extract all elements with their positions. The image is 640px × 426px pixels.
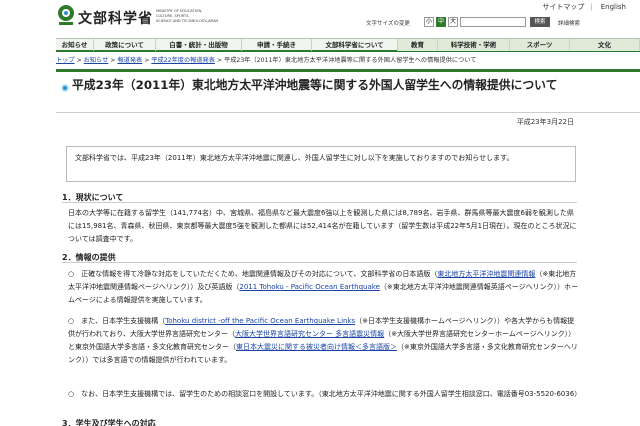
link-jasso-quake[interactable]: Tohoku district -off the Pacific Ocean E…: [165, 317, 355, 325]
mext-emblem-icon: [58, 5, 74, 25]
section-divider: [62, 262, 577, 263]
link-osaka-multilingual[interactable]: 大阪大学世界言語研究センター 多言語震災情報: [235, 330, 384, 338]
breadcrumb-current: 平成23年（2011年）東北地方太平洋沖地震等に関する外国人留学生への情報提供に…: [224, 57, 477, 64]
utility-links: サイトマップ | English: [534, 2, 626, 12]
nav-item-culture[interactable]: 文化: [570, 39, 640, 51]
site-header: 文部科学省 MINISTRY OF EDUCATION, CULTURE, SP…: [0, 0, 640, 38]
breadcrumb-press-h22[interactable]: 平成22年度の報道発表: [151, 57, 215, 64]
link-tufs-multilingual[interactable]: 東日本大震災に関する被災者向け情報＜多言語版＞: [236, 343, 397, 351]
ministry-english-name: MINISTRY OF EDUCATION, CULTURE, SPORTS, …: [156, 9, 219, 23]
search-button[interactable]: 検索: [530, 17, 550, 27]
nav-item-about[interactable]: 文部科学省について: [312, 39, 398, 51]
page-title-box: 平成23年（2011年）東北地方太平洋沖地震等に関する外国人留学生への情報提供に…: [56, 69, 640, 113]
nav-item-policy[interactable]: 政策について: [94, 39, 156, 51]
info-item-mext: ○ 正確な情報を得て冷静な対応をしていただくため、地震関連情報及びその対応につい…: [68, 270, 579, 304]
title-bullet-icon: [61, 84, 69, 92]
nav-item-sports[interactable]: スポーツ: [510, 39, 570, 51]
page-title: 平成23年（2011年）東北地方太平洋沖地震等に関する外国人留学生への情報提供に…: [72, 78, 558, 92]
info-item-jasso: ○ また、日本学生支援機構（Tohoku district -off the P…: [68, 317, 578, 364]
info-item-consultation: ○ なお、日本学生支援機構では、留学生のための相談窓口を開設しています。（東北地…: [68, 390, 582, 398]
text-size-small-button[interactable]: 小: [424, 17, 434, 27]
breadcrumb-news[interactable]: お知らせ: [84, 57, 109, 64]
nav-item-news[interactable]: お知らせ: [56, 39, 94, 51]
section-divider: [62, 202, 577, 203]
section-heading-response: 3．学生及び学生への対応: [62, 419, 156, 426]
nav-item-education[interactable]: 教育: [398, 39, 438, 51]
text-size-large-button[interactable]: 大: [448, 17, 458, 27]
link-quake-info-en[interactable]: 2011 Tohoku - Pacific Ocean Earthquake: [239, 283, 380, 291]
breadcrumb-press[interactable]: 報道発表: [117, 57, 142, 64]
nav-item-publications[interactable]: 白書・統計・出版物: [156, 39, 242, 51]
advanced-search-link[interactable]: 詳細検索: [558, 19, 580, 27]
ministry-name: 文部科学省: [78, 11, 153, 27]
util-separator: |: [590, 3, 593, 11]
publish-date: 平成23年3月22日: [516, 118, 574, 126]
sitemap-link[interactable]: サイトマップ: [542, 3, 584, 11]
section-status-body: 日本の大学等に在籍する留学生（141,774名）中、宮城県、福島県など最大震度6…: [68, 209, 577, 243]
nav-item-science[interactable]: 科学技術・学術: [438, 39, 510, 51]
site-search-input[interactable]: [460, 17, 526, 27]
text-size-medium-button[interactable]: 中: [436, 17, 446, 27]
english-link[interactable]: English: [601, 3, 626, 11]
text-size-label: 文字サイズの変更: [366, 21, 410, 27]
nav-item-applications[interactable]: 申請・手続き: [242, 39, 312, 51]
mext-logo[interactable]: 文部科学省 MINISTRY OF EDUCATION, CULTURE, SP…: [56, 4, 286, 30]
global-nav: お知らせ 政策について 白書・統計・出版物 申請・手続き 文部科学省について 教…: [56, 38, 640, 52]
breadcrumb-top[interactable]: トップ: [56, 57, 75, 64]
link-quake-info-ja[interactable]: 東北地方太平洋沖地震関連情報: [437, 270, 535, 278]
breadcrumb: トップ > お知らせ > 報道発表 > 平成22年度の報道発表 > 平成23年（…: [56, 57, 477, 64]
intro-notice: 文部科学省では、平成23年（2011年）東北地方太平洋沖地震に関連し、外国人留学…: [66, 146, 576, 182]
